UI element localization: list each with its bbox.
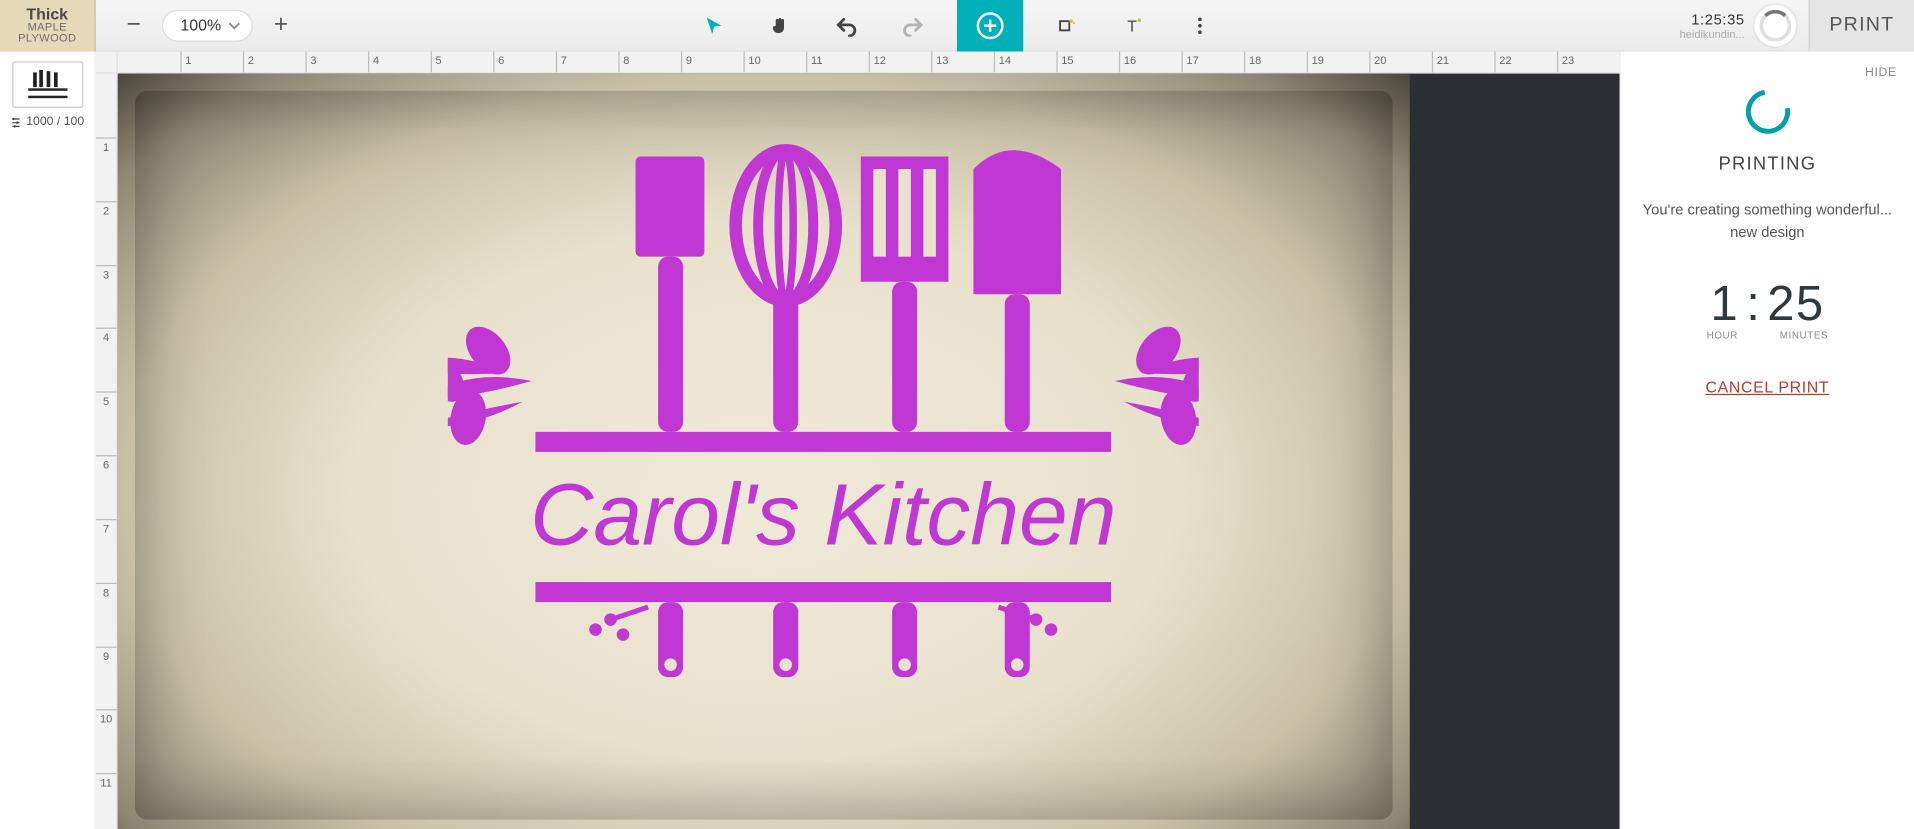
topbar-right: 1:25:35 heidikundin... PRINT [1680,0,1914,50]
ruler-corner [96,52,118,74]
progress-spinner-icon [1737,81,1799,143]
cancel-print-button[interactable]: CANCEL PRINT [1705,378,1829,396]
ruler-v-tick: 11 [96,773,117,789]
minutes-label: MINUTES [1780,330,1828,341]
zoom-value: 100% [180,16,221,34]
user-block: 1:25:35 heidikundin... [1680,10,1745,39]
panel-message-2: new design [1730,223,1804,240]
redo-icon [902,14,924,36]
countdown-time: 1:25:35 [1691,10,1744,27]
zoom-out-button[interactable]: − [118,9,150,41]
trace-icon [1056,14,1078,36]
hand-tool-button[interactable] [758,3,802,47]
top-toolbar: Thick MAPLE PLYWOOD − 100% + [0,0,1914,52]
ruler-vertical: 1 2 3 4 5 6 7 8 9 10 11 [96,74,118,829]
redo-button[interactable] [891,3,935,47]
svg-text:T: T [1127,18,1137,35]
design-text-node: Carol's Kitchen [530,466,1116,564]
time-hours: 1 [1710,277,1739,332]
ruler-h-tick: 17 [1182,52,1199,73]
material-line3: PLYWOOD [18,33,76,44]
thumbnail-icon [20,67,74,101]
ruler-h-tick: 10 [744,52,761,73]
thumbnail-settings[interactable]: 1000 / 100 [10,115,84,128]
ruler-h-tick: 11 [806,52,822,73]
kebab-icon [1189,14,1211,36]
ruler-v-tick: 2 [96,201,117,217]
ruler-v-tick: 1 [96,137,117,153]
time-minutes: 25 [1767,277,1824,332]
hide-panel-button[interactable]: HIDE [1865,66,1897,79]
print-button[interactable]: PRINT [1808,0,1914,51]
workarea: 1234567891011121314151617181920212223 12… [96,52,1620,829]
ruler-v-tick: 9 [96,646,117,662]
time-labels: HOUR MINUTES [1707,330,1829,341]
ruler-h-tick: 13 [931,52,948,73]
minus-icon: − [127,11,141,39]
time-remaining: 1 : 25 [1710,277,1824,332]
cursor-icon [703,14,725,36]
ruler-v-tick: 10 [96,710,117,726]
plus-icon: + [274,11,288,39]
zoom-in-button[interactable]: + [265,9,297,41]
design-thumbnail[interactable] [12,61,83,108]
ruler-h-tick: 4 [368,52,379,73]
thumb-meta-text: 1000 / 100 [26,115,84,128]
ruler-v-tick: 8 [96,582,117,598]
ruler-h-tick: 12 [869,52,886,73]
ruler-h-tick: 14 [994,52,1011,73]
ruler-v-tick: 4 [96,328,117,344]
time-colon: : [1746,277,1760,332]
ruler-h-tick: 2 [243,52,254,73]
ruler-h-tick: 15 [1056,52,1073,73]
text-icon: T [1123,14,1145,36]
material-chip[interactable]: Thick MAPLE PLYWOOD [0,0,96,51]
undo-button[interactable] [824,3,868,47]
design-artwork[interactable]: Carol's Kitchen [448,119,1199,720]
ruler-h-tick: 1 [180,52,191,73]
ruler-v-tick: 6 [96,455,117,471]
trace-button[interactable] [1045,3,1089,47]
select-tool-button[interactable] [692,3,736,47]
ruler-h-tick: 16 [1119,52,1136,73]
ruler-h-tick: 19 [1307,52,1324,73]
panel-message-1: You're creating something wonderful... [1643,201,1892,218]
hand-icon [769,14,791,36]
ruler-h-tick: 7 [556,52,567,73]
ruler-v-tick: 3 [96,264,117,280]
zoom-controls: − 100% + [118,9,297,41]
ruler-v-tick: 5 [96,392,117,408]
text-tool-button[interactable]: T [1112,3,1156,47]
username: heidikundin... [1680,28,1745,40]
ruler-h-tick: 6 [493,52,504,73]
ruler-h-tick: 8 [618,52,629,73]
ruler-h-tick: 20 [1369,52,1386,73]
center-toolgroup: T [692,0,1222,50]
hour-label: HOUR [1707,330,1738,341]
undo-icon [836,14,858,36]
ruler-h-tick: 21 [1432,52,1449,73]
sliders-icon [10,116,22,128]
ruler-h-tick: 9 [681,52,692,73]
add-artwork-button[interactable] [957,0,1023,51]
material-line1: Thick [26,6,68,22]
print-status-panel: HIDE PRINTING You're creating something … [1620,52,1914,829]
ruler-h-tick: 3 [306,52,317,73]
status-spinner-icon [1755,4,1797,46]
plus-circle-icon [975,10,1004,39]
left-sidebar: 1000 / 100 [0,52,96,829]
ruler-h-tick: 18 [1244,52,1261,73]
canvas-stage[interactable]: Carol's Kitchen [118,74,1620,829]
panel-title: PRINTING [1718,153,1816,174]
ruler-h-tick: 22 [1494,52,1511,73]
ruler-v-tick: 7 [96,519,117,535]
more-menu-button[interactable] [1178,3,1222,47]
main-area: 1000 / 100 12345678910111213141516171819… [0,52,1914,829]
ruler-h-tick: 5 [431,52,442,73]
ruler-horizontal: 1234567891011121314151617181920212223 [118,52,1620,74]
ruler-h-tick: 23 [1557,52,1574,73]
chevron-down-icon [229,19,241,31]
zoom-level-dropdown[interactable]: 100% [162,9,253,41]
